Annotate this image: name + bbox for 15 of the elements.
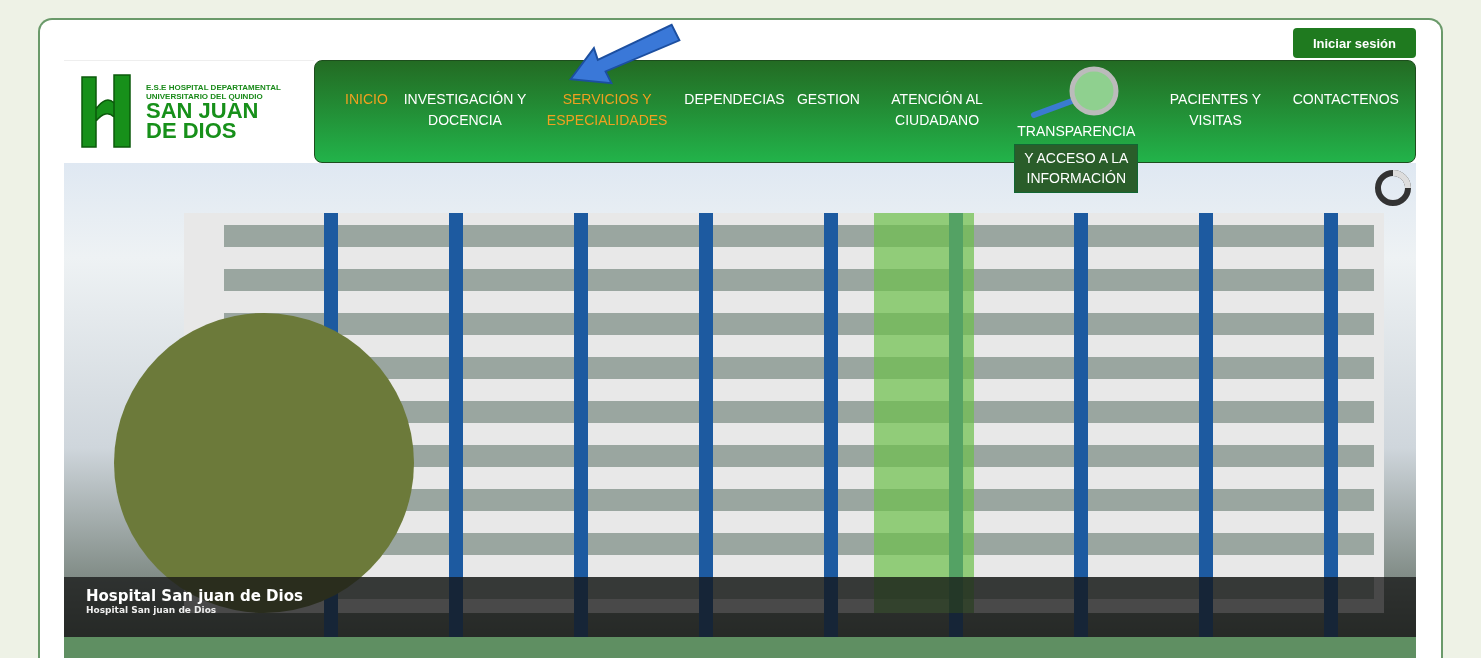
- submenu-item[interactable]: Y ACCESO A LA INFORMACIÓN: [1014, 144, 1139, 193]
- menu-item[interactable]: GESTION: [796, 89, 860, 162]
- menu-item[interactable]: CONTACTENOS: [1292, 89, 1399, 162]
- logo-subtitle: E.S.E HOSPITAL DEPARTAMENTAL UNIVERSITARIO DEL QUINDIO: [146, 83, 282, 102]
- logo-name: DE DIOS: [146, 121, 238, 141]
- menu-item[interactable]: INVESTIGACIÓN Y DOCENCIA: [399, 89, 530, 162]
- slide-subtitle: Hospital San juan de Dios: [86, 605, 218, 615]
- slide-title: Hospital San juan de Dios: [86, 587, 304, 605]
- menu-item[interactable]: DEPENDECIAS: [684, 89, 785, 162]
- logo-name: SAN JUAN: [146, 101, 259, 122]
- login-button[interactable]: Iniciar sesión: [1292, 28, 1416, 58]
- loading-spinner-icon: [1374, 169, 1412, 207]
- menu-item[interactable]: PACIENTES Y VISITAS: [1150, 89, 1281, 162]
- menu-item[interactable]: ATENCIÓN AL CIUDADANO: [872, 89, 1003, 162]
- menu-item[interactable]: TRANSPARENCIA: [1017, 121, 1136, 142]
